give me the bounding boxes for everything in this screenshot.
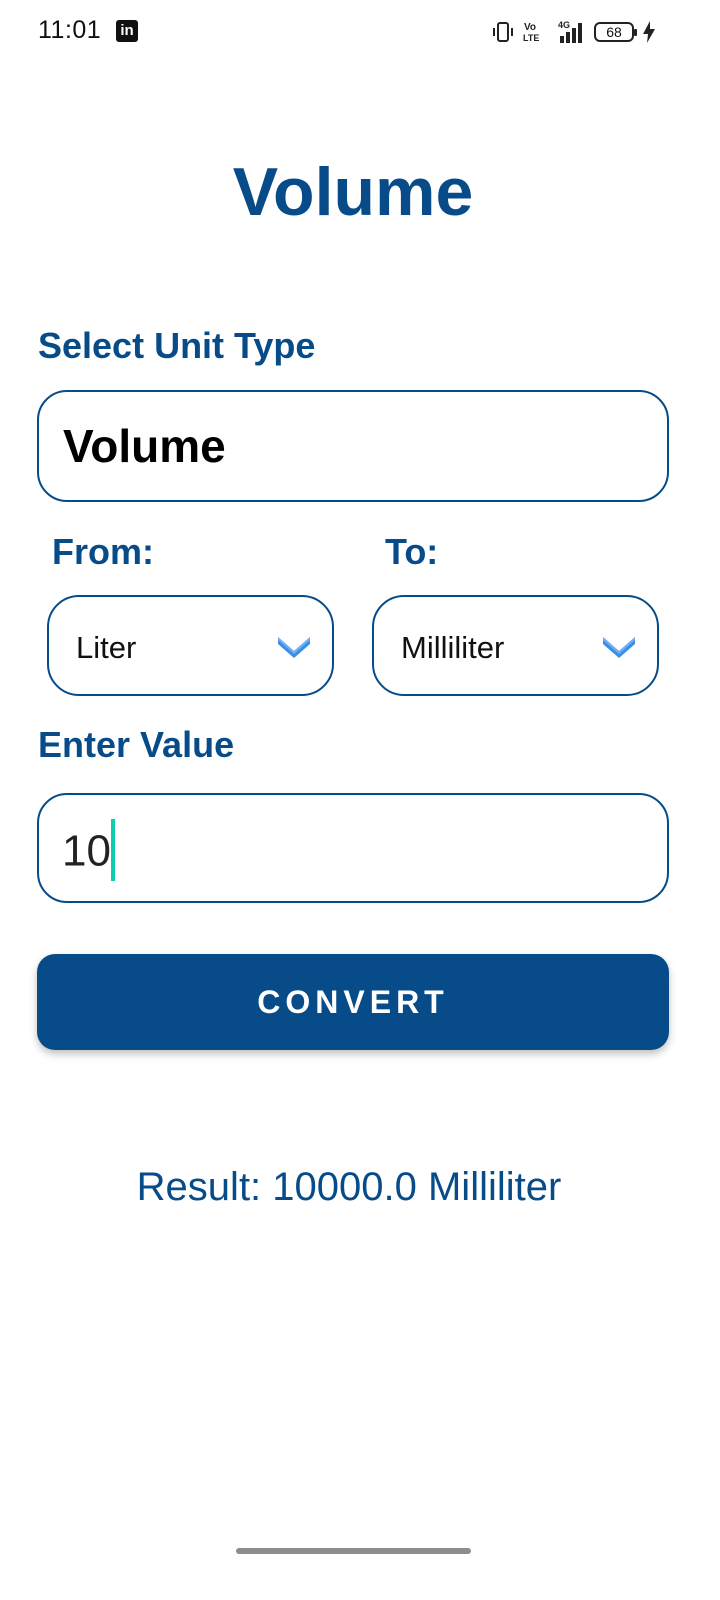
value-input-value: 10 [62,826,111,876]
from-unit-dropdown[interactable]: Liter [47,595,334,696]
to-unit-value: Milliliter [401,630,505,665]
to-unit-dropdown[interactable]: Milliliter [372,595,659,696]
page-title: Volume [232,154,474,230]
result-text: Result: 10000.0 Milliliter [136,1165,562,1209]
chevron-down-icon [276,633,312,659]
volte-bottom-text: LTE [523,33,539,43]
from-unit-value: Liter [76,630,137,665]
network-type-text: 4G [558,20,570,30]
status-icons: Vo LTE 4G 68 [492,18,656,46]
status-time: 11:01 [38,16,102,44]
unit-type-value: Volume [63,420,226,472]
volte-icon: Vo LTE [522,20,544,44]
signal-4g-icon: 4G [552,19,586,45]
volte-top-text: Vo [524,22,536,33]
value-input-text: 10 [62,819,115,885]
battery-icon: 68 [594,22,637,42]
converter-screen: 11:01 in Vo LTE 4G 68 Volume Select Unit… [0,0,720,1600]
status-bar: 11:01 in Vo LTE 4G 68 [0,0,720,64]
linkedin-icon: in [116,20,138,42]
enter-value-label: Enter Value [38,724,235,765]
chevron-down-icon [601,633,637,659]
charging-icon [642,20,656,44]
vibrate-icon [492,21,514,43]
value-input[interactable]: 10 [37,793,669,903]
text-cursor [110,819,115,881]
home-indicator[interactable] [236,1548,471,1554]
convert-button[interactable]: CONVERT [37,954,669,1050]
to-label: To: [385,531,439,572]
from-label: From: [52,531,154,572]
unit-type-label: Select Unit Type [38,325,316,366]
unit-type-field[interactable]: Volume [37,390,669,502]
